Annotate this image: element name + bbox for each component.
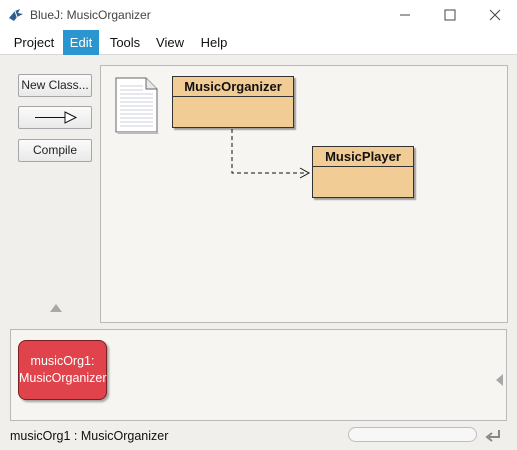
- maximize-button[interactable]: [435, 4, 465, 26]
- scroll-up-icon[interactable]: [50, 304, 62, 312]
- menu-edit[interactable]: Edit: [63, 30, 99, 55]
- title-bar: BlueJ: MusicOrganizer: [0, 0, 517, 30]
- reset-machine-icon[interactable]: [484, 427, 504, 443]
- new-class-button[interactable]: New Class...: [18, 74, 92, 97]
- minimize-icon: [400, 14, 410, 16]
- window-title: BlueJ: MusicOrganizer: [30, 8, 151, 22]
- dependency-arrow: [231, 129, 311, 179]
- main-area: New Class... Compile MusicOrganizer Musi…: [0, 55, 517, 325]
- class-name-musicplayer: MusicPlayer: [313, 147, 413, 167]
- status-text: musicOrg1 : MusicOrganizer: [10, 429, 169, 443]
- object-bench-area: musicOrg1: MusicOrganizer: [0, 325, 517, 425]
- menu-bar: Project Edit Tools View Help: [0, 30, 517, 55]
- object-name: musicOrg1:: [30, 354, 95, 368]
- object-type: MusicOrganizer: [19, 371, 107, 385]
- object-bench[interactable]: musicOrg1: MusicOrganizer: [10, 329, 507, 421]
- maximize-icon: [444, 9, 456, 21]
- class-musicplayer[interactable]: MusicPlayer: [312, 146, 414, 198]
- scroll-left-icon[interactable]: [496, 374, 503, 386]
- class-diagram[interactable]: MusicOrganizer MusicPlayer: [100, 65, 508, 323]
- menu-project[interactable]: Project: [8, 30, 60, 55]
- object-musicorg1[interactable]: musicOrg1: MusicOrganizer: [18, 340, 107, 400]
- menu-help[interactable]: Help: [195, 30, 233, 55]
- status-bar: musicOrg1 : MusicOrganizer: [0, 425, 517, 450]
- bluej-bird-icon: [9, 9, 23, 21]
- class-musicorganizer[interactable]: MusicOrganizer: [172, 76, 294, 128]
- menu-view[interactable]: View: [150, 30, 190, 55]
- class-name-musicorganizer: MusicOrganizer: [173, 77, 293, 97]
- menu-tools[interactable]: Tools: [104, 30, 146, 55]
- minimize-button[interactable]: [390, 4, 420, 26]
- close-button[interactable]: [480, 4, 510, 26]
- arrow-right-icon: [35, 111, 78, 124]
- close-icon: [489, 9, 501, 21]
- compile-button[interactable]: Compile: [18, 139, 92, 162]
- new-inheritance-arrow-button[interactable]: [18, 106, 92, 129]
- machine-progress-bar: [348, 427, 477, 442]
